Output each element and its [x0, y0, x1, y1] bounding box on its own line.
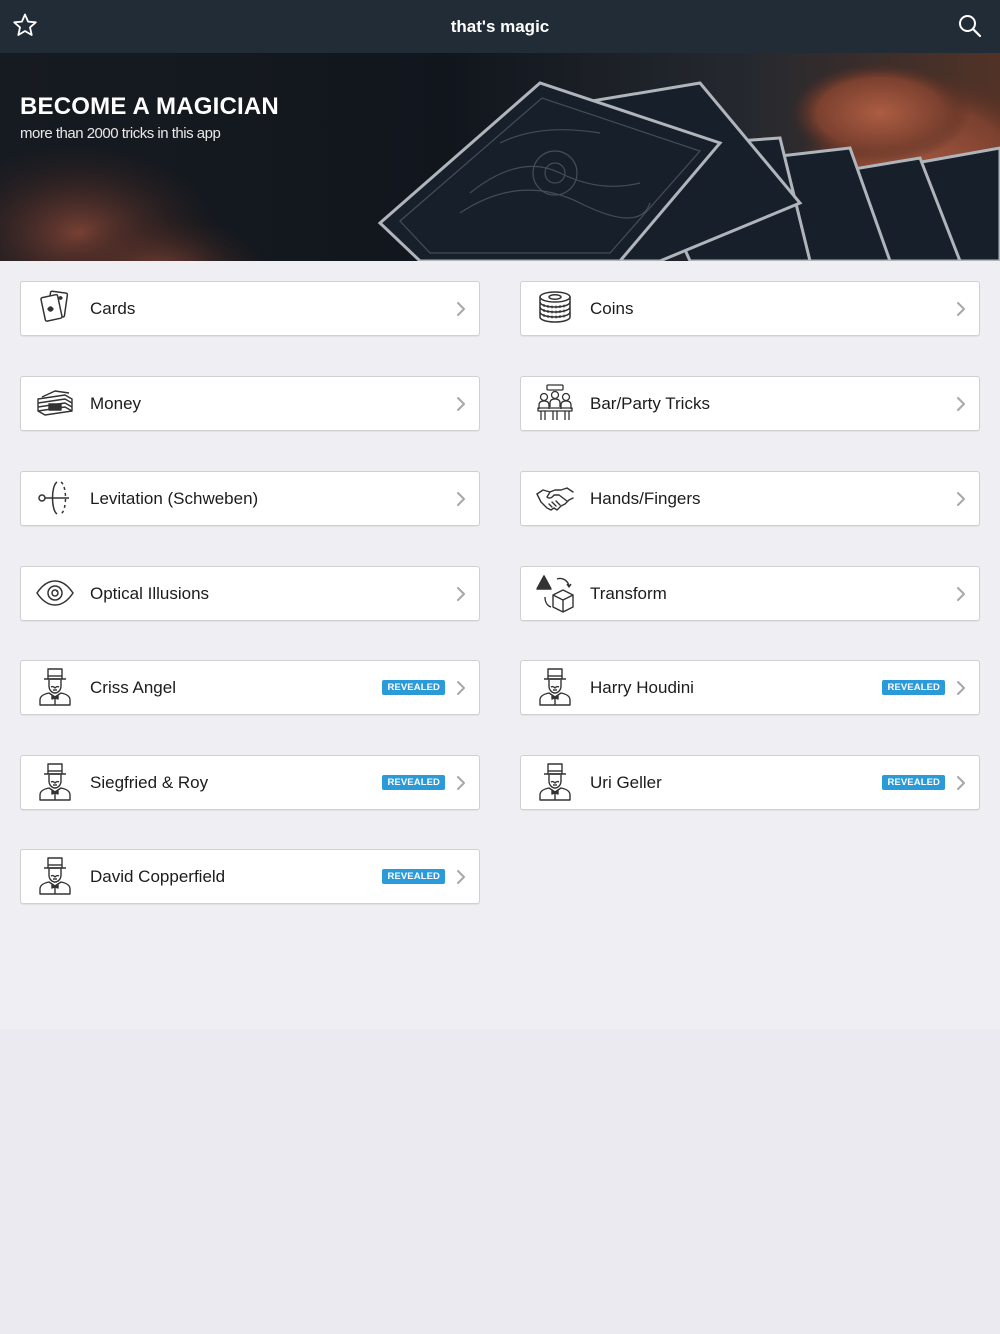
chevron-right-icon — [456, 396, 466, 412]
category-label: Criss Angel — [90, 678, 176, 697]
hero-title: BECOME A MAGICIAN — [20, 93, 279, 120]
category-label: Money — [90, 394, 142, 413]
chevron-right-icon — [956, 586, 966, 602]
category-label: Hands/Fingers — [590, 489, 701, 508]
playing-cards-icon — [35, 288, 75, 328]
chevron-right-icon — [456, 775, 466, 791]
chevron-right-icon — [456, 301, 466, 317]
shapes-transform-icon — [535, 573, 575, 613]
handshake-icon — [535, 478, 575, 518]
revealed-badge: REVEALED — [382, 775, 445, 790]
category-label: Harry Houdini — [590, 678, 694, 697]
revealed-badge: REVEALED — [382, 680, 445, 695]
category-label: Bar/Party Tricks — [590, 394, 710, 413]
empty-background — [0, 1029, 1000, 1334]
hero-banner: BECOME A MAGICIAN more than 2000 tricks … — [0, 53, 1000, 261]
category-card-bar-party-tricks[interactable]: Bar/Party Tricks — [520, 376, 980, 431]
app-title: that's magic — [450, 17, 550, 36]
revealed-badge: REVEALED — [882, 680, 945, 695]
magician-icon — [35, 762, 75, 802]
category-label: Siegfried & Roy — [90, 773, 209, 792]
category-card-levitation[interactable]: Levitation (Schweben) — [20, 471, 480, 526]
category-card-transform[interactable]: Transform — [520, 566, 980, 621]
category-label: Optical Illusions — [90, 584, 210, 603]
magician-icon — [35, 856, 75, 896]
chevron-right-icon — [956, 491, 966, 507]
category-label: Uri Geller — [590, 773, 662, 792]
chevron-right-icon — [456, 586, 466, 602]
category-card-siegfried-roy[interactable]: Siegfried & Roy REVEALED — [20, 755, 480, 810]
chevron-right-icon — [456, 491, 466, 507]
chevron-right-icon — [956, 396, 966, 412]
category-label: David Copperfield — [90, 867, 226, 886]
category-label: Levitation (Schweben) — [90, 489, 259, 508]
chevron-right-icon — [456, 869, 466, 885]
coins-stack-icon — [535, 288, 575, 328]
category-card-criss-angel[interactable]: Criss Angel REVEALED — [20, 660, 480, 715]
chevron-right-icon — [956, 680, 966, 696]
category-card-harry-houdini[interactable]: Harry Houdini REVEALED — [520, 660, 980, 715]
magician-icon — [535, 762, 575, 802]
category-card-hands-fingers[interactable]: Hands/Fingers — [520, 471, 980, 526]
category-grid: Cards Coins Money Bar/Party Tricks Levit… — [0, 261, 1000, 1029]
chevron-right-icon — [956, 775, 966, 791]
chevron-right-icon — [456, 680, 466, 696]
search-icon[interactable] — [955, 11, 985, 41]
navigation-bar: that's magic — [0, 0, 1000, 53]
category-label: Transform — [590, 584, 667, 603]
category-card-coins[interactable]: Coins — [520, 281, 980, 336]
revealed-badge: REVEALED — [382, 869, 445, 884]
magician-icon — [35, 667, 75, 707]
levitation-ring-icon — [35, 478, 75, 518]
magician-icon — [535, 667, 575, 707]
hero-cards-photo — [0, 53, 1000, 261]
category-label: Coins — [590, 299, 634, 318]
eye-icon — [35, 573, 75, 613]
chevron-right-icon — [956, 301, 966, 317]
category-card-uri-geller[interactable]: Uri Geller REVEALED — [520, 755, 980, 810]
category-card-cards[interactable]: Cards — [20, 281, 480, 336]
party-people-icon — [535, 383, 575, 423]
category-card-optical-illusions[interactable]: Optical Illusions — [20, 566, 480, 621]
category-label: Cards — [90, 299, 136, 318]
category-card-money[interactable]: Money — [20, 376, 480, 431]
hero-subtitle: more than 2000 tricks in this app — [20, 125, 221, 142]
banknotes-icon — [35, 383, 75, 423]
category-card-david-copperfield[interactable]: David Copperfield REVEALED — [20, 849, 480, 904]
revealed-badge: REVEALED — [882, 775, 945, 790]
